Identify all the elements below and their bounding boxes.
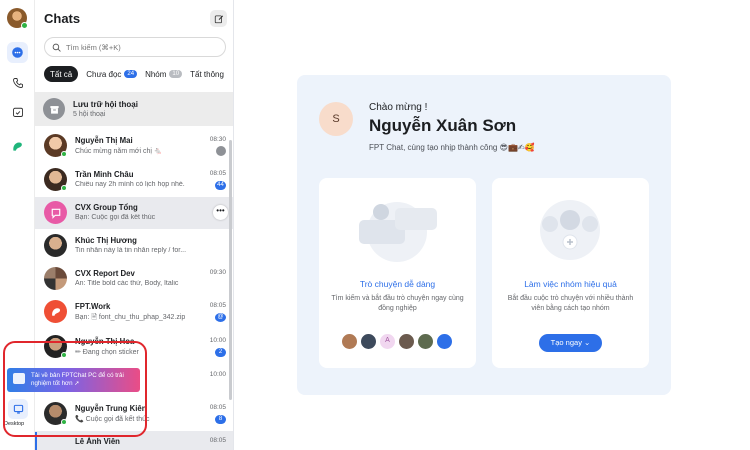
- search-input[interactable]: [66, 42, 216, 52]
- filter-tabs: Tất cả Chưa đọc 24 Nhóm 10 Tất thông: [44, 66, 232, 82]
- chat-bubble-icon: [12, 47, 23, 58]
- chat-name: CVX Report Dev: [75, 269, 135, 278]
- phone-icon: [12, 77, 23, 88]
- user-avatar[interactable]: [7, 8, 28, 29]
- online-status-dot: [21, 22, 28, 29]
- red-highlight-outline: [3, 341, 147, 437]
- list-item[interactable]: Khúc Thị Hương Tin nhắn này là tin nhắn …: [35, 230, 233, 262]
- group-illustration-icon: [540, 200, 600, 260]
- create-group-button[interactable]: Tạo ngay ⌄: [539, 334, 602, 352]
- list-item[interactable]: CVX Report Dev An: Title bold các thứ, B…: [35, 263, 233, 295]
- avatar[interactable]: [341, 333, 358, 350]
- list-item[interactable]: FPT.Work Bạn: 🖹 font_chu_thu_phap_342.zi…: [35, 296, 233, 328]
- list-item[interactable]: Nguyễn Thị Mai Chúc mừng năm mới chị 🐁 0…: [35, 130, 233, 162]
- tab-unread-count: 24: [124, 70, 138, 78]
- tab-unread[interactable]: Chưa đọc 24: [86, 66, 138, 82]
- archived-chats-row[interactable]: Lưu trữ hội thoại 5 hội thoại: [35, 92, 233, 126]
- chat-time: 08:05: [209, 302, 226, 309]
- archive-title: Lưu trữ hội thoại: [73, 100, 138, 109]
- feature-chat-desc: Tìm kiếm và bắt đầu trò chuyện ngay cùng…: [331, 295, 464, 312]
- tab-notifications-label: Tất thông: [190, 69, 224, 79]
- chat-time: 10:00: [209, 337, 226, 344]
- avatar[interactable]: [398, 333, 415, 350]
- archive-subtitle: 5 hội thoại: [73, 111, 106, 118]
- more-contacts-icon[interactable]: [436, 333, 453, 350]
- chat-name: Khúc Thị Hương: [75, 236, 137, 245]
- rail-work-button[interactable]: [7, 136, 28, 157]
- chat-name: CVX Group Tổng: [75, 203, 138, 212]
- app-window: Chats Tất cả Chưa đọc24 Nhóm10 Tất thông…: [0, 0, 750, 450]
- welcome-avatar: S: [319, 102, 353, 136]
- archive-icon: [43, 98, 65, 120]
- chat-time: 10:00: [209, 371, 226, 378]
- tab-notifications[interactable]: Tất thông: [190, 66, 224, 82]
- chat-time: 08:05: [209, 404, 226, 411]
- feature-card-chat: Trò chuyện dễ dàng Tìm kiếm và bắt đầu t…: [319, 178, 476, 368]
- chat-name: FPT.Work: [75, 302, 111, 311]
- avatar[interactable]: [417, 333, 434, 350]
- tab-all-label: Tất cả: [50, 69, 73, 79]
- group-chat-icon: [51, 208, 60, 219]
- chat-name: Lê Ánh Viên: [75, 437, 120, 446]
- rail-tasks-button[interactable]: [7, 101, 28, 122]
- avatar: [44, 234, 67, 257]
- search-icon: [52, 43, 61, 52]
- avatar[interactable]: A: [379, 333, 396, 350]
- chat-preview: Chúc mừng năm mới chị 🐁: [75, 148, 163, 155]
- compose-button[interactable]: [210, 10, 227, 27]
- unread-badge: 44: [215, 181, 226, 190]
- calendar-check-icon: [12, 107, 23, 117]
- welcome-greeting: Chào mừng !: [369, 102, 428, 113]
- chat-name: Nguyễn Thị Mai: [75, 136, 133, 145]
- unread-badge: 2: [215, 348, 226, 357]
- chat-time: 09:30: [209, 269, 226, 276]
- tab-groups[interactable]: Nhóm 10: [145, 66, 183, 82]
- panel-title: Chats: [44, 11, 81, 26]
- tab-unread-label: Chưa đọc: [86, 69, 122, 79]
- fpt-work-icon: [13, 142, 22, 151]
- suggested-contacts: A: [341, 333, 455, 350]
- online-status-dot: [61, 185, 67, 191]
- online-status-dot: [61, 151, 67, 157]
- list-item[interactable]: CVX Group Tổng Bạn: Cuộc gọi đã kết thúc…: [35, 197, 233, 229]
- welcome-subtitle: FPT Chat, cùng tạo nhịp thành công 😎💼✍🥰: [369, 143, 535, 152]
- feature-group-title: Làm việc nhóm hiệu quả: [524, 279, 617, 289]
- rail-chats-button[interactable]: [7, 42, 28, 63]
- avatar: [44, 201, 67, 224]
- fpt-work-logo-icon: [51, 307, 60, 316]
- mention-badge: @: [215, 313, 226, 322]
- search-box[interactable]: [44, 37, 226, 57]
- chat-name: Trần Minh Châu: [75, 170, 134, 179]
- more-options-button[interactable]: •••: [213, 205, 228, 220]
- tab-all[interactable]: Tất cả: [44, 66, 79, 82]
- tab-groups-count: 10: [169, 70, 183, 78]
- chat-time: 08:05: [209, 170, 226, 177]
- chat-time: 08:30: [209, 136, 226, 143]
- list-item[interactable]: Trần Minh Châu Chiều nay 2h mình có lịch…: [35, 164, 233, 196]
- chat-list-scrollbar[interactable]: [229, 140, 232, 400]
- tab-groups-label: Nhóm: [145, 69, 167, 79]
- feature-card-group: Làm việc nhóm hiệu quả Bắt đầu cuộc trò …: [492, 178, 649, 368]
- chat-preview: Bạn: 🖹 font_chu_thu_phap_342.zip: [75, 314, 186, 321]
- chat-illustration-icon: [359, 202, 437, 262]
- chat-preview: An: Title bold các thứ, Body, Italic: [75, 280, 179, 287]
- unread-badge: 8: [215, 415, 226, 424]
- avatar: [44, 300, 67, 323]
- rail-calls-button[interactable]: [7, 72, 28, 93]
- feature-group-desc: Bắt đầu cuộc trò chuyện với nhiều thành …: [507, 295, 634, 312]
- chat-preview: Tin nhắn này là tin nhắn reply / for...: [75, 247, 187, 254]
- chat-preview: Chiều nay 2h mình có lịch họp nhé.: [75, 181, 185, 188]
- welcome-panel: S Chào mừng ! Nguyễn Xuân Sơn FPT Chat, …: [297, 75, 671, 395]
- avatar[interactable]: [360, 333, 377, 350]
- compose-icon: [214, 14, 223, 23]
- avatar: [44, 267, 67, 290]
- mute-icon: [216, 146, 226, 156]
- chat-preview: Bạn: Cuộc gọi đã kết thúc: [75, 214, 156, 221]
- chat-time: 08:05: [209, 437, 226, 444]
- feature-chat-title: Trò chuyện dễ dàng: [359, 279, 436, 289]
- welcome-user-name: Nguyễn Xuân Sơn: [369, 116, 517, 135]
